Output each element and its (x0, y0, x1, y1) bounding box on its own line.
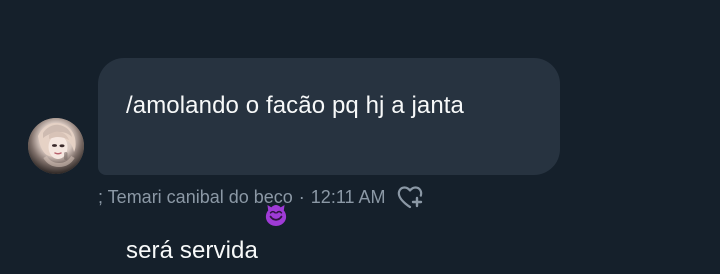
smiling-face-with-horns-emoji (262, 124, 290, 226)
message-bubble[interactable]: /amolando o facão pq hj a janta será ser… (98, 58, 560, 264)
avatar[interactable] (28, 118, 84, 174)
meta-separator: · (298, 187, 305, 207)
message-meta: ; Temari canibal do beco · 12:11 AM (98, 185, 426, 209)
heart-plus-icon[interactable] (396, 183, 426, 211)
sender-name: ; Temari canibal do beco (98, 187, 293, 207)
message-row: /amolando o facão pq hj a janta será ser… (0, 0, 720, 264)
message-text: /amolando o facão pq hj a janta será ser… (126, 87, 532, 269)
message-time: 12:11 AM (310, 187, 386, 207)
